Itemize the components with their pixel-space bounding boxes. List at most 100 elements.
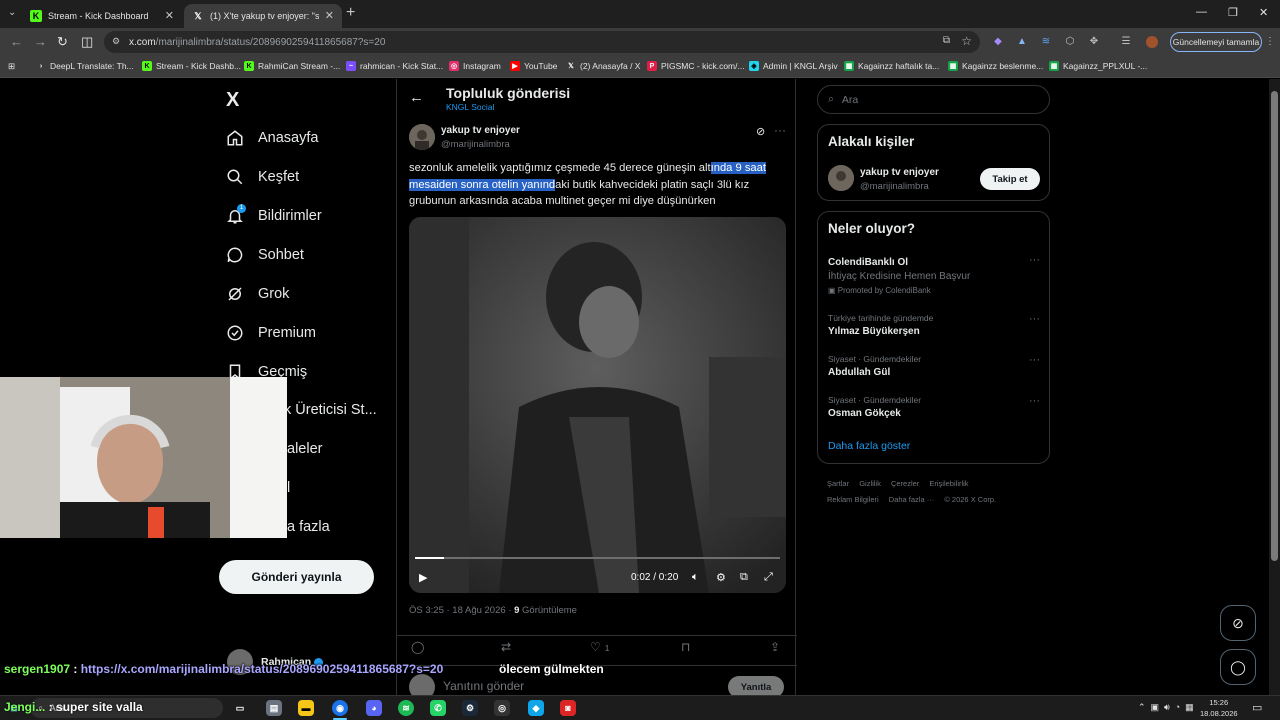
discord-icon[interactable]: ◕: [366, 700, 382, 716]
repost-icon[interactable]: ⇄: [501, 640, 511, 654]
footer-link[interactable]: Çerezler: [891, 479, 919, 488]
trend-item[interactable]: ColendiBanklı Ol İhtiyaç Kredisine Hemen…: [828, 254, 1040, 295]
more-dots-icon[interactable]: ···: [1029, 313, 1040, 325]
site-info-icon[interactable]: ⚙: [112, 36, 120, 47]
messages-float-button[interactable]: ◯: [1220, 649, 1256, 685]
grok-float-button[interactable]: ⊘: [1220, 605, 1256, 641]
footer-link[interactable]: Reklam Bilgileri: [827, 495, 879, 504]
post-button[interactable]: Gönderi yayınla: [219, 560, 374, 594]
bookmark-item[interactable]: ▶ YouTube: [510, 61, 557, 71]
taskbar-clock[interactable]: 15:26 18.08.2026: [1200, 697, 1238, 719]
tab-x-post[interactable]: 𝕏 (1) X'te yakup tv enjoyer: "s ✕: [184, 4, 342, 28]
show-more-link[interactable]: Daha fazla göster: [828, 440, 910, 452]
install-icon[interactable]: ⧉: [943, 35, 950, 46]
bookmark-item[interactable]: ~ rahmican - Kick Stat...: [346, 61, 443, 71]
follow-button[interactable]: Takip et: [980, 168, 1040, 190]
bookmark-item[interactable]: ▦ Kagainzz beslenme...: [948, 61, 1043, 71]
sidebar-item-more[interactable]: a fazla: [287, 512, 330, 542]
video-player[interactable]: ▶ 0:02 / 0:20 🔈︎ ⚙ ⧉ ⤢: [409, 217, 786, 593]
author-name[interactable]: yakup tv enjoyer: [441, 125, 520, 136]
sidebar-item-profile[interactable]: l: [287, 473, 290, 503]
extension-icon[interactable]: ≋: [1040, 36, 1052, 48]
grok-icon[interactable]: ⊘: [756, 125, 765, 138]
new-tab-icon[interactable]: +: [346, 4, 355, 22]
related-user-name[interactable]: yakup tv enjoyer: [860, 167, 939, 178]
bookmark-item[interactable]: K RahmiCan Stream -...: [244, 61, 340, 71]
trend-item[interactable]: Türkiye tarihinde gündemde Yılmaz Büyüke…: [828, 313, 1040, 337]
app-icon[interactable]: ◙: [560, 700, 576, 716]
bookmark-item[interactable]: ▦ Kagainzz_PPLXUL -...: [1049, 61, 1147, 71]
tab-search-icon[interactable]: ⌄: [8, 7, 16, 18]
tab-kick-dashboard[interactable]: K Stream - Kick Dashboard ✕: [22, 4, 182, 28]
sidebar-item-articles[interactable]: aleler: [287, 434, 322, 464]
sidebar-item-home[interactable]: Anasayfa: [226, 123, 318, 153]
post-timestamp[interactable]: ÖS 3:25 · 18 Ağu 2026 ·: [409, 605, 514, 616]
play-icon[interactable]: ▶: [419, 571, 427, 584]
settings-gear-icon[interactable]: ⚙: [716, 571, 726, 584]
more-dots-icon[interactable]: ···: [774, 123, 786, 137]
app-icon[interactable]: ▤: [266, 700, 282, 716]
shield-icon[interactable]: ⬡: [1064, 36, 1076, 48]
reload-icon[interactable]: ↻: [57, 34, 68, 50]
footer-link[interactable]: Gizlilik: [859, 479, 881, 488]
minimize-icon[interactable]: —: [1196, 6, 1207, 18]
footer-link[interactable]: Şartlar: [827, 479, 849, 488]
share-icon[interactable]: ⇪: [770, 640, 780, 654]
like-button[interactable]: ♡ 1: [590, 640, 610, 654]
app-icon[interactable]: ◆: [528, 700, 544, 716]
system-tray[interactable]: ⌃ ▣ 🔊︎ ◔ ▦: [1138, 702, 1194, 713]
back-arrow-icon[interactable]: ←: [409, 89, 424, 106]
close-icon[interactable]: ✕: [165, 9, 174, 22]
more-dots-icon[interactable]: ···: [1029, 395, 1040, 407]
bookmark-item[interactable]: 𝕏 (2) Anasayfa / X: [566, 61, 640, 71]
menu-dots-icon[interactable]: ⋮: [1264, 36, 1276, 48]
search-input[interactable]: ⌕ Ara: [817, 85, 1050, 114]
community-link[interactable]: KNGL Social: [446, 102, 494, 112]
spotify-icon[interactable]: ≋: [398, 700, 414, 716]
sidebar-item-explore[interactable]: Keşfet: [226, 162, 299, 192]
video-progress-bar[interactable]: [415, 557, 780, 559]
more-dots-icon[interactable]: ···: [1029, 354, 1040, 366]
fullscreen-icon[interactable]: ⤢: [764, 571, 773, 584]
avatar[interactable]: [828, 165, 854, 191]
bookmark-item[interactable]: K Stream - Kick Dashb...: [142, 61, 241, 71]
apps-grid-icon[interactable]: ⊞: [8, 61, 15, 72]
trend-item[interactable]: Siyaset · Gündemdekiler Abdullah Gül ···: [828, 354, 1040, 378]
sidebar-item-grok[interactable]: Grok: [226, 279, 289, 309]
extension-icon[interactable]: ◆: [992, 36, 1004, 48]
whatsapp-icon[interactable]: ✆: [430, 700, 446, 716]
author-avatar[interactable]: [409, 124, 435, 150]
update-button[interactable]: Güncellemeyi tamamla: [1170, 32, 1262, 52]
scrollbar-thumb[interactable]: [1271, 91, 1278, 561]
maximize-icon[interactable]: ❐: [1228, 6, 1238, 19]
window-close-icon[interactable]: ✕: [1259, 6, 1268, 19]
reply-icon[interactable]: ◯: [411, 640, 424, 654]
reading-list-icon[interactable]: ☰: [1120, 36, 1132, 48]
task-view-icon[interactable]: ▭: [232, 700, 248, 716]
file-explorer-icon[interactable]: ▬: [298, 700, 314, 716]
steam-icon[interactable]: ⚙: [462, 700, 478, 716]
footer-link[interactable]: Erişilebilirlik: [929, 479, 968, 488]
sidebar-item-premium[interactable]: Premium: [226, 318, 316, 348]
reply-input[interactable]: Yanıtını gönder: [443, 679, 524, 693]
footer-link[interactable]: Daha fazla ···: [889, 495, 934, 504]
profile-avatar[interactable]: [1146, 36, 1158, 48]
obs-icon[interactable]: ◎: [494, 700, 510, 716]
forward-icon[interactable]: →: [34, 34, 47, 49]
volume-icon[interactable]: 🔈︎: [692, 571, 699, 584]
notification-center-icon[interactable]: ▭: [1252, 701, 1262, 714]
extensions-puzzle-icon[interactable]: ✥: [1088, 36, 1100, 48]
chrome-icon[interactable]: ◉: [332, 700, 348, 716]
bookmark-item[interactable]: ▦ Kagainzz haftalık ta...: [844, 61, 939, 71]
bookmark-item[interactable]: P PIGSMC - kick.com/...: [647, 61, 745, 71]
scrollbar[interactable]: [1269, 79, 1280, 695]
x-logo[interactable]: X: [226, 89, 239, 112]
sidebar-item-chat[interactable]: Sohbet: [226, 240, 304, 270]
more-dots-icon[interactable]: ···: [1029, 254, 1040, 266]
pip-icon[interactable]: ⧉: [740, 571, 748, 584]
bookmark-star-icon[interactable]: ☆: [961, 34, 972, 48]
bookmark-item[interactable]: › DeepL Translate: Th...: [36, 61, 134, 71]
trend-item[interactable]: Siyaset · Gündemdekiler Osman Gökçek ···: [828, 395, 1040, 419]
address-bar[interactable]: ⚙ x.com/marijinalimbra/status/2089690259…: [104, 31, 980, 53]
reply-button[interactable]: Yanıtla: [728, 676, 784, 695]
